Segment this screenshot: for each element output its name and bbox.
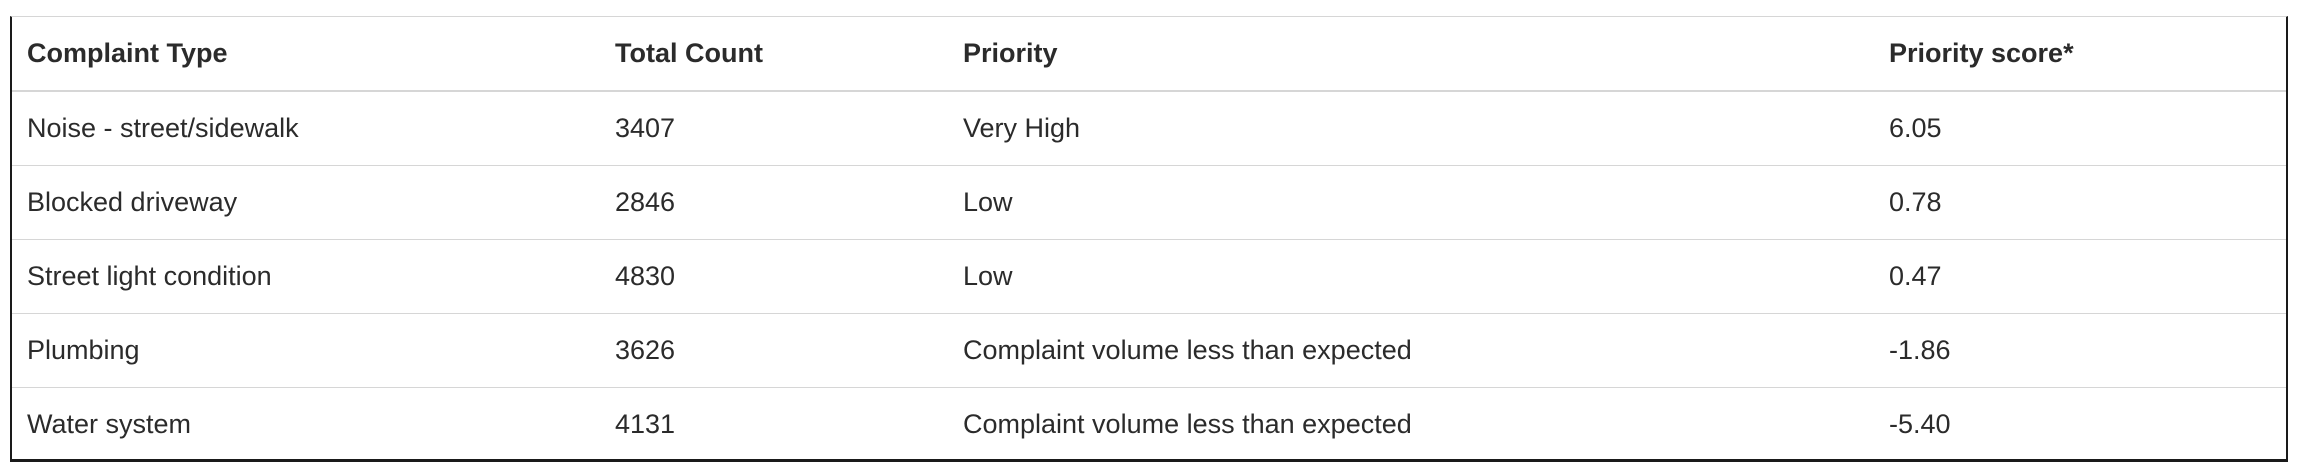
cell-total-count: 3407	[600, 91, 948, 166]
table-row: Street light condition 4830 Low 0.47	[12, 239, 2286, 314]
cell-total-count: 2846	[600, 165, 948, 240]
cell-total-count: 3626	[600, 313, 948, 388]
table-row: Plumbing 3626 Complaint volume less than…	[12, 313, 2286, 388]
header-total-count[interactable]: Total Count	[600, 17, 948, 92]
cell-total-count: 4131	[615, 409, 676, 439]
cell-complaint-type: Blocked driveway	[12, 165, 600, 240]
cell-complaint-type: Noise - street/sidewalk	[12, 91, 600, 166]
cell-priority-score: 0.78	[1874, 165, 2286, 240]
cell-total-count: 4830	[600, 239, 948, 314]
cell-priority: Complaint volume less than expected	[948, 313, 1874, 388]
table-row: Noise - street/sidewalk 3407 Very High 6…	[12, 91, 2286, 166]
cell-priority-score: -5.40	[1889, 409, 1951, 439]
complaints-table: Complaint Type Total Count Priority Prio…	[12, 17, 2286, 461]
cell-priority: Very High	[948, 91, 1874, 166]
cell-priority: Low	[948, 165, 1874, 240]
cell-complaint-type: Street light condition	[12, 239, 600, 314]
table-row: Blocked driveway 2846 Low 0.78	[12, 165, 2286, 240]
complaints-table-container: Complaint Type Total Count Priority Prio…	[10, 16, 2288, 462]
cell-priority: Complaint volume less than expected	[963, 409, 1412, 439]
cell-priority-score: 0.47	[1874, 239, 2286, 314]
cell-priority: Low	[948, 239, 1874, 314]
cell-complaint-type: Water system	[27, 409, 192, 439]
cell-priority-score: -1.86	[1874, 313, 2286, 388]
header-priority[interactable]: Priority	[948, 17, 1874, 92]
cell-priority-score: 6.05	[1874, 91, 2286, 166]
header-priority-score[interactable]: Priority score*	[1874, 17, 2286, 92]
header-complaint-type[interactable]: Complaint Type	[12, 17, 600, 92]
table-header-row: Complaint Type Total Count Priority Prio…	[12, 17, 2286, 92]
cell-complaint-type: Plumbing	[12, 313, 600, 388]
table-row: Water system 4131 Complaint volume less …	[12, 388, 2286, 462]
